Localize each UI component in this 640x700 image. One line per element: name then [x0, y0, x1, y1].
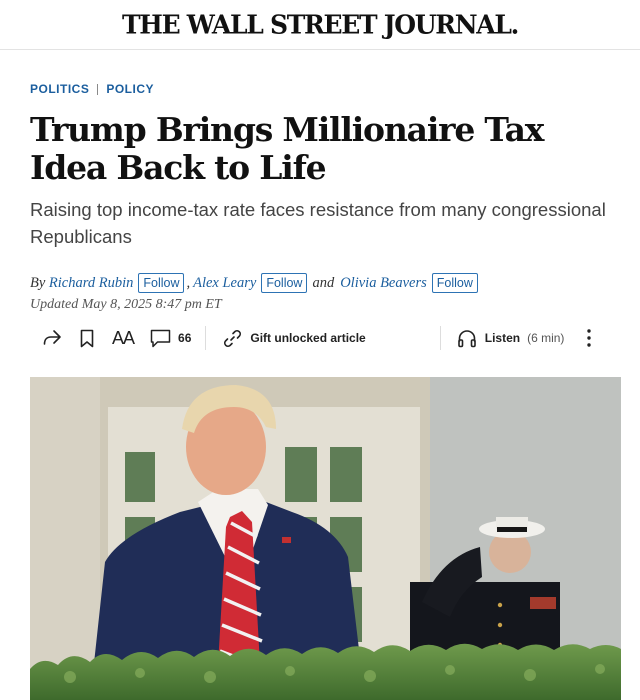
section-link-politics[interactable]: POLITICS — [30, 82, 89, 96]
wsj-logo[interactable]: THE WALL STREET JOURNAL. — [122, 9, 519, 40]
article-toolbar: AA 66 Gift unlocked article Listen (6 mi… — [30, 318, 620, 358]
section-breadcrumb: POLITICS POLICY — [30, 82, 154, 96]
byline-and: and — [312, 274, 335, 291]
listen-button[interactable]: Listen (6 min) — [457, 329, 565, 348]
toolbar-divider — [439, 326, 441, 350]
comment-count: 66 — [178, 331, 192, 345]
comments-button[interactable]: 66 — [150, 329, 191, 348]
comment-icon — [150, 329, 171, 347]
article-headline: Trump Brings Millionaire Tax Idea Back t… — [30, 110, 544, 187]
section-divider — [97, 83, 99, 95]
gift-article-button[interactable]: Gift unlocked article — [222, 328, 366, 349]
follow-button-richard-rubin[interactable]: Follow — [138, 273, 185, 293]
author-link-richard-rubin[interactable]: Richard Rubin — [49, 275, 133, 292]
gift-article-label: Gift unlocked article — [250, 331, 366, 345]
author-link-olivia-beavers[interactable]: Olivia Beavers — [340, 275, 427, 292]
author-link-alex-leary[interactable]: Alex Leary — [193, 275, 256, 292]
byline-by: By — [30, 274, 46, 291]
article-dek: Raising top income-tax rate faces resist… — [30, 199, 606, 247]
follow-button-olivia-beavers[interactable]: Follow — [431, 273, 478, 293]
more-vertical-icon[interactable] — [586, 328, 592, 348]
byline-comma: , — [186, 274, 191, 291]
headphones-icon — [457, 329, 476, 347]
hero-image[interactable] — [30, 377, 621, 700]
follow-button-alex-leary[interactable]: Follow — [261, 273, 308, 293]
section-link-policy[interactable]: POLICY — [106, 82, 154, 96]
article-timestamp: Updated May 8, 2025 8:47 pm ET — [30, 297, 222, 312]
listen-duration: (6 min) — [527, 331, 565, 345]
listen-label: Listen — [484, 331, 521, 345]
share-icon[interactable] — [42, 329, 62, 347]
bookmark-icon[interactable] — [80, 329, 94, 348]
masthead: THE WALL STREET JOURNAL. — [0, 0, 640, 50]
byline: By Richard Rubin Follow , Alex Leary Fol… — [30, 273, 478, 293]
text-size-button[interactable]: AA — [112, 328, 135, 349]
toolbar-divider — [205, 326, 207, 350]
link-icon — [224, 329, 242, 347]
